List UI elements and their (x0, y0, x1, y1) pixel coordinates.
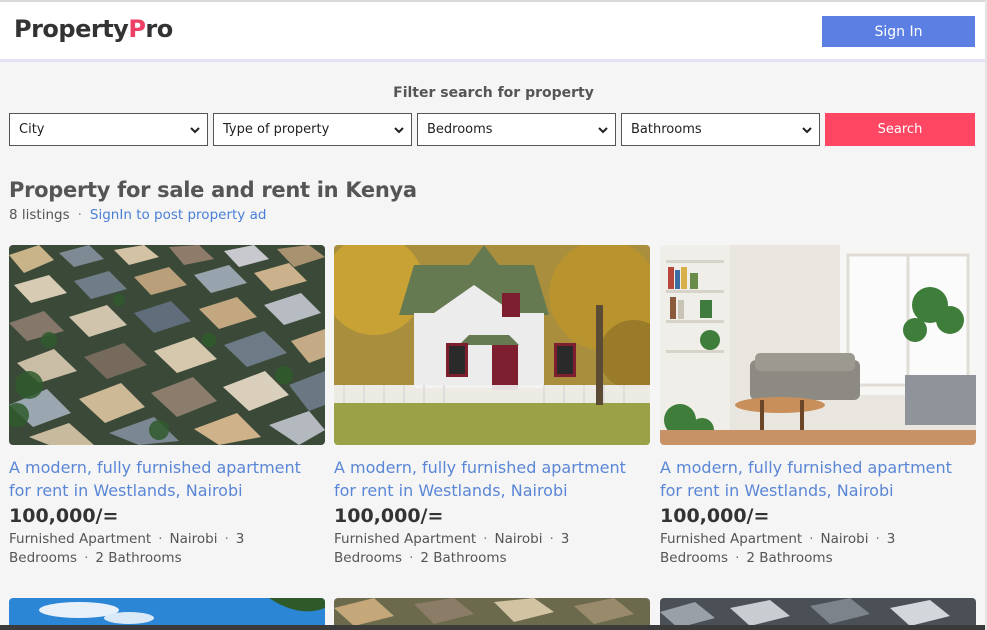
property-type-select[interactable]: Type of property (213, 113, 412, 146)
listing-price: 100,000/= (334, 505, 444, 527)
separator-dot: · (84, 550, 89, 566)
listing-details: Furnished Apartment · Nairobi · 3 Bedrooms · 2… (334, 530, 650, 568)
listing-city: Nairobi (169, 531, 218, 547)
listing-card[interactable]: A modern, fully furnished apartment for … (660, 245, 976, 568)
property-type-select-value: Type of property (223, 122, 330, 137)
listing-bathrooms: 2 Bathrooms (746, 550, 833, 566)
listing-price: 100,000/= (9, 505, 119, 527)
listing-details: Furnished Apartment · Nairobi · 3 Bedrooms · 2… (660, 530, 976, 568)
listing-price: 100,000/= (660, 505, 770, 527)
listing-type: Furnished Apartment (334, 531, 477, 547)
sign-in-button[interactable]: Sign In (822, 16, 975, 47)
filter-title: Filter search for property (393, 85, 594, 101)
listing-bathrooms: 2 Bathrooms (420, 550, 507, 566)
search-button[interactable]: Search (825, 113, 975, 146)
white-house-photo[interactable] (334, 245, 650, 445)
listing-details: Furnished Apartment · Nairobi · 3 Bedrooms · 2… (9, 530, 325, 568)
listing-title[interactable]: A modern, fully furnished apartment for … (334, 456, 650, 502)
separator-dot: · (735, 550, 740, 566)
bedrooms-select-value: Bedrooms (427, 122, 493, 137)
chevron-down-icon (598, 127, 608, 134)
chevron-down-icon (394, 127, 404, 134)
bedrooms-select[interactable]: Bedrooms (417, 113, 616, 146)
separator-dot: · (809, 531, 814, 547)
listing-meta: 8 listings · SignIn to post property ad (9, 207, 266, 223)
aerial-houses-photo[interactable] (9, 245, 325, 445)
sign-in-to-post-link[interactable]: SignIn to post property ad (90, 207, 267, 223)
site-header: PropertyPro Sign In (0, 2, 987, 62)
listing-bathrooms: 2 Bathrooms (95, 550, 182, 566)
separator-dot: · (409, 550, 414, 566)
listing-title[interactable]: A modern, fully furnished apartment for … (9, 456, 325, 502)
chevron-down-icon (802, 127, 812, 134)
listing-type: Furnished Apartment (660, 531, 803, 547)
bottom-bar (0, 625, 987, 630)
living-room-photo[interactable] (660, 245, 976, 445)
page-title: Property for sale and rent in Kenya (9, 178, 417, 202)
listing-title[interactable]: A modern, fully furnished apartment for … (660, 456, 976, 502)
listing-count: 8 listings (9, 207, 70, 223)
bathrooms-select-value: Bathrooms (631, 122, 702, 137)
site-logo[interactable]: PropertyPro (14, 15, 173, 43)
listing-card[interactable]: A modern, fully furnished apartment for … (9, 245, 325, 568)
city-select[interactable]: City (9, 113, 208, 146)
separator-dot: · (549, 531, 554, 547)
separator-dot: · (224, 531, 229, 547)
bathrooms-select[interactable]: Bathrooms (621, 113, 820, 146)
separator-dot: · (483, 531, 488, 547)
listing-card[interactable]: A modern, fully furnished apartment for … (334, 245, 650, 568)
separator-dot: · (77, 207, 82, 223)
listing-city: Nairobi (494, 531, 543, 547)
separator-dot: · (875, 531, 880, 547)
city-select-value: City (19, 122, 45, 137)
separator-dot: · (158, 531, 163, 547)
listing-type: Furnished Apartment (9, 531, 152, 547)
chevron-down-icon (190, 127, 200, 134)
listing-city: Nairobi (820, 531, 869, 547)
